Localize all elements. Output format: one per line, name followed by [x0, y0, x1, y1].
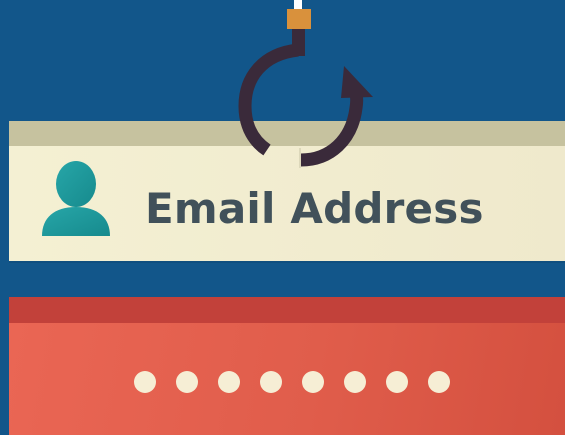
hook-string	[294, 0, 302, 10]
password-field[interactable]	[9, 297, 565, 435]
refresh-hook-icon[interactable]	[0, 0, 565, 200]
hook-arrow-head	[341, 66, 373, 98]
password-dot	[344, 371, 366, 393]
hook-tag	[287, 9, 311, 29]
password-field-top-strip	[9, 297, 565, 323]
password-mask	[134, 371, 450, 395]
password-dot	[260, 371, 282, 393]
password-dot	[134, 371, 156, 393]
password-dot	[218, 371, 240, 393]
password-dot	[428, 371, 450, 393]
hook-right-arc	[300, 92, 364, 167]
password-dot	[176, 371, 198, 393]
password-dot	[386, 371, 408, 393]
password-dot	[302, 371, 324, 393]
hook-left-arc	[238, 43, 300, 156]
